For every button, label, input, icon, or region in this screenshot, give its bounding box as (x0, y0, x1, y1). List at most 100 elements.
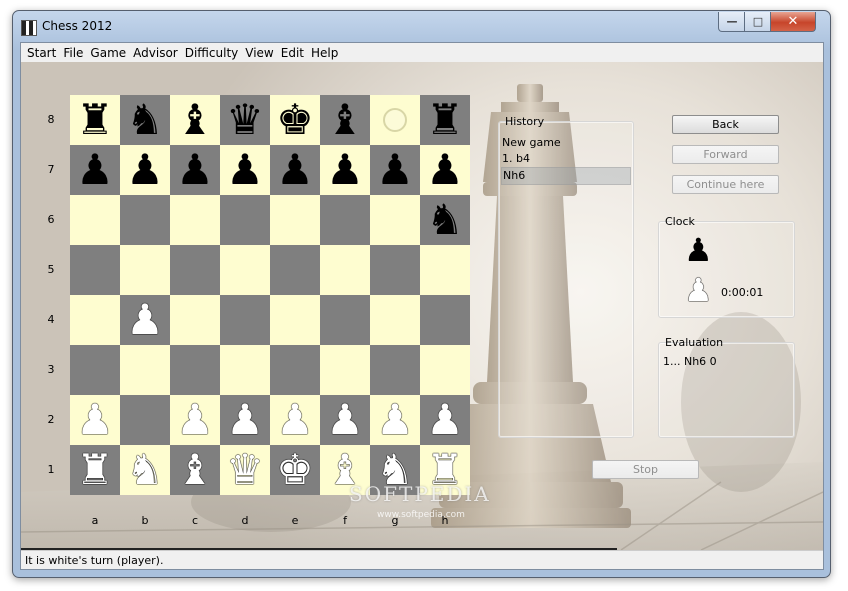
menu-file[interactable]: File (60, 46, 86, 60)
square-g5[interactable] (370, 245, 420, 295)
square-f7[interactable]: ♟ (320, 145, 370, 195)
menu-start[interactable]: Start (24, 46, 59, 60)
square-a6[interactable] (70, 195, 120, 245)
square-d7[interactable]: ♟ (220, 145, 270, 195)
square-d8[interactable]: ♛ (220, 95, 270, 145)
square-g7[interactable]: ♟ (370, 145, 420, 195)
menu-advisor[interactable]: Advisor (130, 46, 181, 60)
square-f3[interactable] (320, 345, 370, 395)
square-h3[interactable] (420, 345, 470, 395)
menu-game[interactable]: Game (87, 46, 129, 60)
square-g6[interactable] (370, 195, 420, 245)
black-pawn-icon[interactable]: ♟ (226, 149, 264, 191)
square-b8[interactable]: ♞ (120, 95, 170, 145)
square-a4[interactable] (70, 295, 120, 345)
square-b3[interactable] (120, 345, 170, 395)
menu-difficulty[interactable]: Difficulty (182, 46, 242, 60)
chess-board[interactable]: ♜ ♞ ♝ ♛ ♚ ♝ ♜ ♟ ♟ ♟ ♟ ♟ ♟ ♟ ♟ ♞ ♟ ♟ ♟ ♟ ♟ ♟ ♟ ♟ ♜ ♞ ♝ ♛ ♚ ♝ ♞ ♜ (70, 95, 470, 495)
square-e5[interactable] (270, 245, 320, 295)
minimize-button[interactable]: — (718, 12, 746, 32)
black-pawn-icon[interactable]: ♟ (426, 149, 464, 191)
square-d6[interactable] (220, 195, 270, 245)
black-king-icon[interactable]: ♚ (276, 99, 314, 141)
maximize-button[interactable]: □ (744, 12, 772, 32)
back-button[interactable]: Back (672, 115, 779, 134)
stop-button[interactable]: Stop (592, 460, 699, 479)
black-pawn-icon[interactable]: ♟ (276, 149, 314, 191)
menu-edit[interactable]: Edit (278, 46, 307, 60)
white-knight-icon[interactable]: ♞ (126, 449, 164, 491)
square-d5[interactable] (220, 245, 270, 295)
square-g3[interactable] (370, 345, 420, 395)
square-a5[interactable] (70, 245, 120, 295)
black-pawn-icon[interactable]: ♟ (126, 149, 164, 191)
square-g2[interactable]: ♟ (370, 395, 420, 445)
square-g4[interactable] (370, 295, 420, 345)
square-c1[interactable]: ♝ (170, 445, 220, 495)
square-e7[interactable]: ♟ (270, 145, 320, 195)
square-c3[interactable] (170, 345, 220, 395)
square-d2[interactable]: ♟ (220, 395, 270, 445)
square-e2[interactable]: ♟ (270, 395, 320, 445)
square-h2[interactable]: ♟ (420, 395, 470, 445)
square-h4[interactable] (420, 295, 470, 345)
square-c7[interactable]: ♟ (170, 145, 220, 195)
square-f2[interactable]: ♟ (320, 395, 370, 445)
square-f6[interactable] (320, 195, 370, 245)
square-e1[interactable]: ♚ (270, 445, 320, 495)
white-pawn-icon[interactable]: ♟ (76, 399, 114, 441)
square-b6[interactable] (120, 195, 170, 245)
forward-button[interactable]: Forward (672, 145, 779, 164)
title-bar[interactable]: Chess 2012 — □ ✕ (13, 11, 830, 43)
square-a8[interactable]: ♜ (70, 95, 120, 145)
white-pawn-icon[interactable]: ♟ (226, 399, 264, 441)
square-c5[interactable] (170, 245, 220, 295)
continue-here-button[interactable]: Continue here (672, 175, 779, 194)
square-f4[interactable] (320, 295, 370, 345)
square-b1[interactable]: ♞ (120, 445, 170, 495)
close-button[interactable]: ✕ (770, 12, 816, 32)
square-c2[interactable]: ♟ (170, 395, 220, 445)
black-pawn-icon[interactable]: ♟ (176, 149, 214, 191)
square-b2[interactable] (120, 395, 170, 445)
square-c6[interactable] (170, 195, 220, 245)
white-king-icon[interactable]: ♚ (276, 449, 314, 491)
black-knight-icon[interactable]: ♞ (126, 99, 164, 141)
black-rook-icon[interactable]: ♜ (426, 99, 464, 141)
black-bishop-icon[interactable]: ♝ (326, 99, 364, 141)
black-pawn-icon[interactable]: ♟ (376, 149, 414, 191)
black-bishop-icon[interactable]: ♝ (176, 99, 214, 141)
square-e6[interactable] (270, 195, 320, 245)
square-h8[interactable]: ♜ (420, 95, 470, 145)
square-c8[interactable]: ♝ (170, 95, 220, 145)
white-pawn-icon[interactable]: ♟ (376, 399, 414, 441)
square-a7[interactable]: ♟ (70, 145, 120, 195)
square-a3[interactable] (70, 345, 120, 395)
square-c4[interactable] (170, 295, 220, 345)
black-pawn-icon[interactable]: ♟ (326, 149, 364, 191)
history-list[interactable]: New game 1. b4 Nh6 (501, 135, 631, 185)
white-pawn-icon[interactable]: ♟ (426, 399, 464, 441)
square-h6[interactable]: ♞ (420, 195, 470, 245)
white-pawn-icon[interactable]: ♟ (176, 399, 214, 441)
white-pawn-icon[interactable]: ♟ (276, 399, 314, 441)
square-b5[interactable] (120, 245, 170, 295)
menu-view[interactable]: View (242, 46, 276, 60)
square-h5[interactable] (420, 245, 470, 295)
square-e4[interactable] (270, 295, 320, 345)
history-item-selected[interactable]: Nh6 (501, 167, 631, 185)
black-knight-icon[interactable]: ♞ (426, 199, 464, 241)
square-d3[interactable] (220, 345, 270, 395)
square-f5[interactable] (320, 245, 370, 295)
square-d1[interactable]: ♛ (220, 445, 270, 495)
white-rook-icon[interactable]: ♜ (76, 449, 114, 491)
square-e8[interactable]: ♚ (270, 95, 320, 145)
square-d4[interactable] (220, 295, 270, 345)
white-pawn-icon[interactable]: ♟ (126, 299, 164, 341)
white-pawn-icon[interactable]: ♟ (326, 399, 364, 441)
square-f8[interactable]: ♝ (320, 95, 370, 145)
black-rook-icon[interactable]: ♜ (76, 99, 114, 141)
white-bishop-icon[interactable]: ♝ (176, 449, 214, 491)
black-queen-icon[interactable]: ♛ (226, 99, 264, 141)
square-g8[interactable] (370, 95, 420, 145)
